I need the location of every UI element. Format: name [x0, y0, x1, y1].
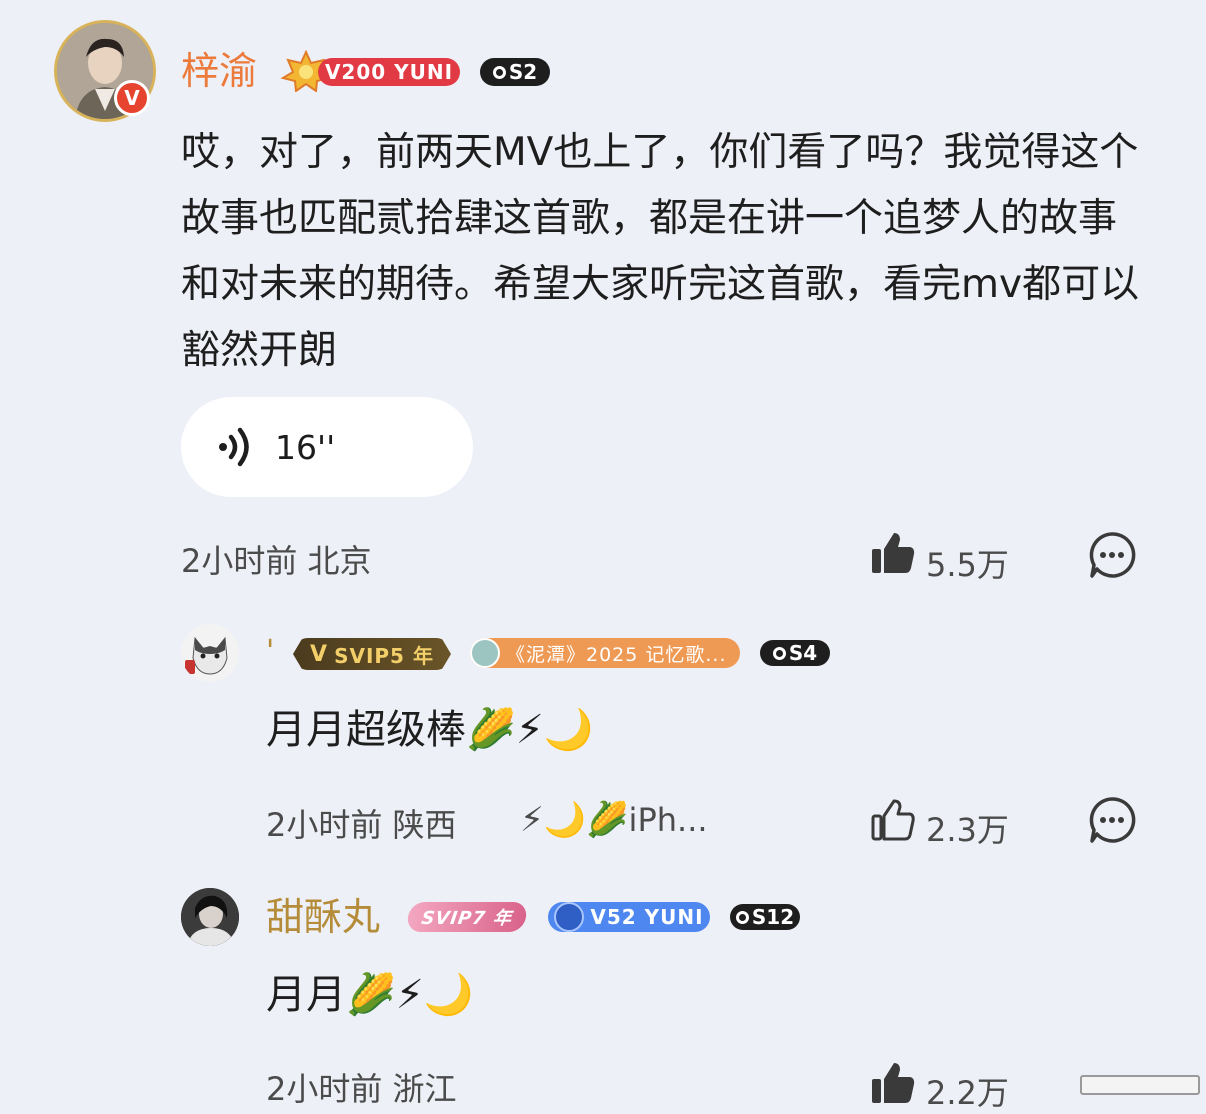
reply-name[interactable]: 甜酥丸 [266, 894, 380, 940]
author-name[interactable]: 梓渝 [181, 48, 257, 94]
reply-text: 月月超级棒 [266, 707, 466, 753]
reply-content: 月月超级棒🌽⚡🌙 [266, 703, 594, 757]
reply-text: 月月 [266, 972, 346, 1018]
svip-v-icon: V [310, 641, 329, 667]
like-button[interactable] [870, 797, 916, 847]
reply-time: 2小时前 [266, 1070, 383, 1108]
thumbs-up-filled-icon [872, 533, 915, 573]
device-name: iPh... [628, 801, 708, 839]
event-badge[interactable]: 《泥潭》2025 记忆歌... [470, 638, 740, 668]
horizontal-scrollbar[interactable] [1080, 1075, 1200, 1095]
post-time: 2小时前 [181, 542, 298, 580]
reply-emojis: 🌽⚡🌙 [346, 972, 474, 1018]
comment-button[interactable] [1088, 531, 1136, 583]
like-button[interactable] [870, 1060, 916, 1110]
svip-badge[interactable]: V SVIP5 年 [293, 638, 451, 670]
level-badge[interactable]: S4 [760, 640, 830, 666]
reply-device: ⚡🌙🌽iPh... [520, 800, 708, 840]
level-badge[interactable]: S2 [480, 58, 550, 86]
level-ring-icon [492, 65, 506, 79]
thumbs-up-filled-icon [872, 1063, 915, 1103]
verified-badge: V [114, 80, 150, 116]
post-location: 北京 [307, 542, 372, 580]
level-ring-icon [772, 646, 786, 660]
post-text: 哎，对了，前两天MV也上了，你们看了吗？我觉得这个故事也匹配贰拾肆这首歌，都是在… [181, 130, 1140, 373]
reply-avatar[interactable] [181, 888, 239, 946]
comment-button[interactable] [1088, 796, 1136, 848]
cat-avatar-image [185, 636, 228, 675]
comment-bubble-icon [1089, 797, 1136, 843]
like-count: 2.3万 [926, 811, 1009, 849]
reply-emojis: 🌽⚡🌙 [466, 707, 594, 753]
device-emojis: ⚡🌙🌽 [520, 800, 629, 840]
reply-content: 月月🌽⚡🌙 [266, 968, 474, 1022]
reply-name[interactable]: ' [266, 634, 274, 669]
reply-location: 浙江 [392, 1070, 457, 1108]
voice-message[interactable]: 16'' [181, 397, 473, 497]
reply-location: 陕西 [392, 806, 457, 844]
like-count: 2.2万 [926, 1074, 1009, 1112]
like-count: 5.5万 [926, 546, 1009, 584]
voice-duration: 16'' [275, 427, 336, 467]
vip-badge[interactable]: V52 YUNI [548, 902, 710, 932]
sound-wave-icon [219, 427, 249, 467]
post-meta: 2小时前 北京 [181, 536, 372, 582]
reply-avatar[interactable] [181, 624, 239, 682]
vip-badge[interactable]: V200 YUNI [318, 58, 460, 86]
reply-meta: 2小时前 陕西 [266, 800, 457, 846]
event-badge-icon [470, 638, 500, 668]
level-ring-icon [735, 910, 749, 924]
like-button[interactable] [870, 530, 916, 580]
avatar-photo [181, 888, 239, 946]
svip-badge[interactable]: SVIP7 年 [405, 902, 529, 932]
reply-time: 2小时前 [266, 806, 383, 844]
level-badge[interactable]: S12 [730, 904, 800, 930]
comment-bubble-icon [1089, 532, 1136, 578]
thumbs-up-outline-icon [871, 799, 915, 841]
vip-globe-icon [554, 902, 585, 932]
reply-meta: 2小时前 浙江 [266, 1064, 457, 1110]
